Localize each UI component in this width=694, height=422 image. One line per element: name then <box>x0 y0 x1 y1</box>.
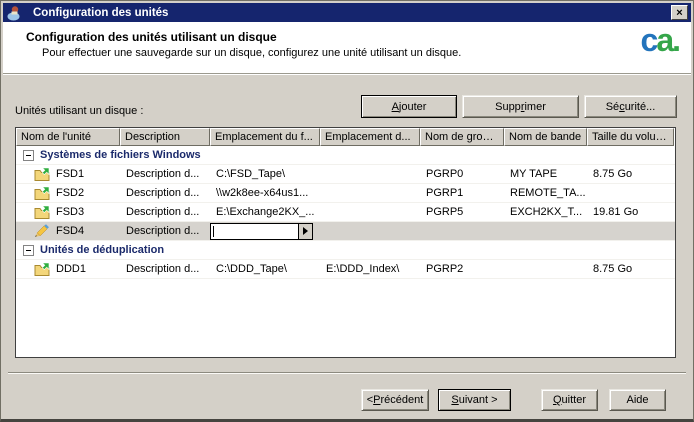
label-accel: S <box>451 394 458 406</box>
unit-name: FSD4 <box>56 225 84 237</box>
unit-description: Description d... <box>120 168 210 180</box>
file-location: C:\DDD_Tape\ <box>210 263 320 275</box>
ca-logo-c: c <box>641 22 657 58</box>
close-icon[interactable]: × <box>671 5 688 20</box>
window-title: Configuration des unités <box>33 7 168 19</box>
table-row-fsd4-editing[interactable]: FSD4 Description d... <box>16 222 675 241</box>
column-filler <box>674 128 675 146</box>
label-part: Aide <box>626 394 648 406</box>
tape-name: EXCH2KX_T... <box>504 206 587 218</box>
label-accel: Q <box>553 394 562 406</box>
footer-divider <box>8 372 686 374</box>
unit-description: Description d... <box>120 187 210 199</box>
label-part: Supp <box>495 101 521 113</box>
collapse-minus-icon[interactable] <box>23 245 34 256</box>
quitter-button[interactable]: Quitter <box>541 389 598 411</box>
title-bar[interactable]: Configuration des unités × <box>3 3 691 22</box>
table-row-fsd3[interactable]: FSD3 Description d... E:\Exchange2KX_...… <box>16 203 675 222</box>
volume-size: 8.75 Go <box>587 168 674 180</box>
group-name: PGRP1 <box>420 187 504 199</box>
unit-description: Description d... <box>120 206 210 218</box>
right-triangle-icon <box>303 227 308 235</box>
column-header-file-location[interactable]: Emplacement du f... <box>210 128 320 146</box>
supprimer-button[interactable]: Supprimer <box>462 95 579 118</box>
aide-button[interactable]: Aide <box>609 389 666 411</box>
ca-logo-dot: . <box>672 22 679 58</box>
table-header-row: Nom de l'unité Description Emplacement d… <box>16 128 675 146</box>
disk-device-icon <box>34 186 50 200</box>
unit-description: Description d... <box>120 225 210 237</box>
ajouter-button[interactable]: Ajouter <box>361 95 457 118</box>
index-location: E:\DDD_Index\ <box>320 263 420 275</box>
page-subtitle: Pour effectuer une sauvegarde sur un dis… <box>42 47 461 59</box>
table-row-fsd2[interactable]: FSD2 Description d... \\w2k8ee-x64us1...… <box>16 184 675 203</box>
group-name: PGRP5 <box>420 206 504 218</box>
file-location-edit-box <box>210 223 299 240</box>
table-row-fsd1[interactable]: FSD1 Description d... C:\FSD_Tape\ PGRP0… <box>16 165 675 184</box>
ca-logo: ca. <box>641 22 679 59</box>
group-name: PGRP2 <box>420 263 504 275</box>
unit-name: FSD1 <box>56 168 84 180</box>
disk-device-icon <box>34 167 50 181</box>
unit-name: FSD3 <box>56 206 84 218</box>
disk-device-icon <box>34 262 50 276</box>
label-part: urité... <box>625 101 656 113</box>
label-part: récédent <box>380 394 423 406</box>
group-label: Systèmes de fichiers Windows <box>40 149 201 161</box>
collapse-minus-icon[interactable] <box>23 150 34 161</box>
label-part: uitter <box>562 394 586 406</box>
file-location: C:\FSD_Tape\ <box>210 168 320 180</box>
group-name: PGRP0 <box>420 168 504 180</box>
label-accel: A <box>392 101 399 113</box>
browse-arrow-button[interactable] <box>299 223 313 240</box>
label-part: uivant > <box>459 394 498 406</box>
column-header-volume-size[interactable]: Taille du volume <box>587 128 674 146</box>
group-row-deduplication-units[interactable]: Unités de déduplication <box>16 241 675 260</box>
column-header-group-name[interactable]: Nom de groupe <box>420 128 504 146</box>
pencil-edit-icon <box>34 224 50 238</box>
wizard-header: Configuration des unités utilisant un di… <box>3 22 691 74</box>
unit-description: Description d... <box>120 263 210 275</box>
column-header-index-location[interactable]: Emplacement d... <box>320 128 420 146</box>
file-location: \\w2k8ee-x64us1... <box>210 187 320 199</box>
column-header-tape-name[interactable]: Nom de bande <box>504 128 587 146</box>
table-row-ddd1[interactable]: DDD1 Description d... C:\DDD_Tape\ E:\DD… <box>16 260 675 279</box>
label-part: Sé <box>606 101 619 113</box>
column-header-unit-name[interactable]: Nom de l'unité <box>16 128 120 146</box>
file-location-edit-input[interactable] <box>214 225 298 238</box>
unit-name: FSD2 <box>56 187 84 199</box>
precedent-button[interactable]: < Précédent <box>361 389 429 411</box>
group-row-windows-file-systems[interactable]: Systèmes de fichiers Windows <box>16 146 675 165</box>
tape-name: REMOTE_TA... <box>504 187 587 199</box>
volume-size: 19.81 Go <box>587 206 674 218</box>
volume-size: 8.75 Go <box>587 263 674 275</box>
file-location: E:\Exchange2KX_... <box>210 206 320 218</box>
page-title: Configuration des unités utilisant un di… <box>26 30 277 44</box>
file-location-edit-cell <box>210 222 320 241</box>
ca-logo-a: a <box>656 22 672 58</box>
unit-name: DDD1 <box>56 263 86 275</box>
app-icon <box>6 5 22 21</box>
label-accel: P <box>373 394 380 406</box>
securite-button[interactable]: Sécurité... <box>584 95 677 118</box>
list-label: Unités utilisant un disque : <box>15 105 143 117</box>
disk-units-table: Nom de l'unité Description Emplacement d… <box>15 127 676 358</box>
label-part: jouter <box>399 101 427 113</box>
column-header-description[interactable]: Description <box>120 128 210 146</box>
group-label: Unités de déduplication <box>40 244 164 256</box>
tape-name: MY TAPE <box>504 168 587 180</box>
label-part: imer <box>524 101 545 113</box>
configuration-units-dialog: Configuration des unités × Configuration… <box>0 0 694 422</box>
disk-device-icon <box>34 205 50 219</box>
suivant-button[interactable]: Suivant > <box>438 389 511 411</box>
